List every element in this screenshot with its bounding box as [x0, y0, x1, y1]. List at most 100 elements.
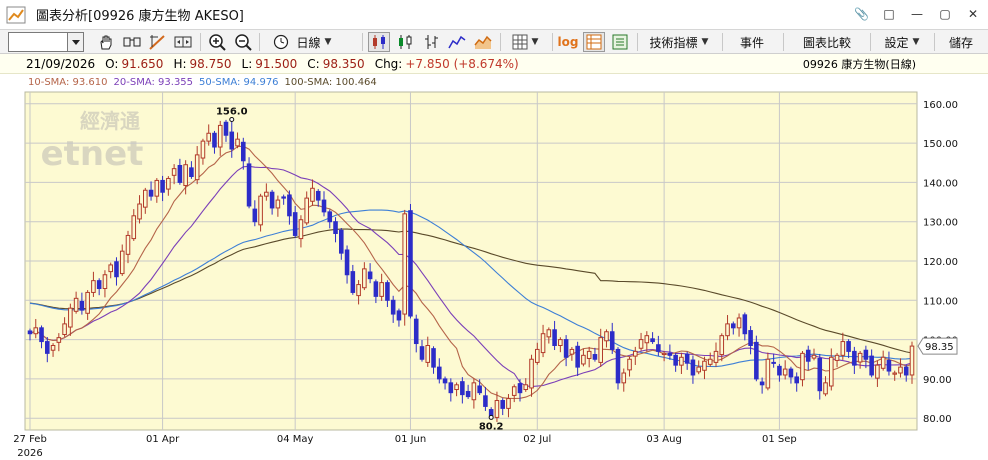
candle-body	[529, 358, 534, 389]
close-label: C:	[307, 56, 320, 71]
maximize-icon[interactable]: ▢	[938, 6, 952, 22]
crosshair-button[interactable]	[121, 32, 143, 52]
candle-body	[413, 318, 419, 345]
candle-body	[125, 234, 131, 255]
candle-body	[114, 261, 119, 278]
hollow-candle-button[interactable]	[394, 32, 416, 52]
quote-bar: 21/09/2026 O: 91.650 H: 98.750 L: 91.500…	[0, 54, 988, 74]
candle-body	[829, 356, 834, 387]
fit-width-icon	[174, 36, 192, 48]
candle-body	[754, 341, 759, 380]
settings-label: 設定	[884, 35, 909, 50]
candle-body	[258, 195, 263, 226]
fit-width-button[interactable]	[172, 32, 194, 52]
y-tick-label: 110.00	[923, 296, 958, 307]
y-tick-label: 160.00	[923, 100, 958, 111]
stock-code-dropdown[interactable]	[68, 32, 84, 52]
candle-body	[344, 249, 350, 276]
sheet-button[interactable]	[609, 32, 631, 52]
zoom-out-icon	[235, 34, 252, 51]
candle-body	[546, 329, 552, 338]
candle-body	[661, 352, 667, 356]
candle-body	[437, 366, 442, 380]
candle-body	[483, 395, 488, 407]
trendline-icon	[149, 35, 165, 50]
y-tick-label: 90.00	[923, 375, 952, 386]
candle-body	[246, 163, 252, 207]
price-table-button[interactable]	[583, 32, 605, 52]
candle-body	[154, 179, 160, 197]
events-button[interactable]: 事件	[728, 32, 776, 52]
candle-body	[777, 365, 782, 376]
grid-toggle-button[interactable]: ▼	[505, 32, 545, 52]
candle-body	[667, 352, 673, 356]
candle-body	[800, 352, 805, 381]
close-icon[interactable]: ✕	[966, 6, 980, 22]
candle-body	[27, 330, 33, 335]
y-tick-label: 150.00	[923, 139, 958, 150]
candle-body	[494, 400, 500, 418]
x-tick-label: 02 Jul	[523, 434, 551, 445]
y-tick-label: 140.00	[923, 178, 958, 189]
candle-body	[903, 366, 909, 376]
candle-body	[373, 281, 379, 297]
sma10-legend: 10-SMA: 93.610	[28, 76, 108, 88]
zoom-in-button[interactable]	[206, 32, 228, 52]
events-label: 事件	[739, 35, 764, 50]
candle-body	[886, 359, 892, 372]
candle-body	[731, 323, 736, 329]
restore-icon[interactable]: □	[882, 6, 896, 22]
title-bar: 圖表分析[09926 康方生物 AKESO] 📎 □ — ▢ ✕	[0, 0, 988, 30]
attach-icon[interactable]: 📎	[854, 6, 869, 22]
period-select[interactable]: 日線 ▼	[264, 32, 340, 52]
candle-body	[252, 208, 258, 223]
candle-body	[119, 250, 125, 275]
candle-body	[638, 339, 644, 349]
ohlc-bar-button[interactable]	[420, 32, 442, 52]
high-label: H:	[173, 56, 187, 71]
settings-menu[interactable]: 設定 ▼	[876, 32, 928, 52]
x-tick-label: 01 Sep	[762, 434, 797, 445]
candlestick-type-button[interactable]	[368, 32, 390, 52]
trendline-button[interactable]	[147, 32, 167, 52]
indicators-menu[interactable]: 技術指標 ▼	[642, 32, 716, 52]
chart-area[interactable]: 經濟通 etnet 160.00 150.00 140.00 130.00 120.00 11…	[0, 90, 988, 460]
candle-body	[292, 212, 298, 236]
candle-body	[212, 132, 217, 148]
zoom-out-button[interactable]	[232, 32, 254, 52]
chevron-down-icon: ▼	[912, 37, 920, 47]
candle-body	[85, 291, 90, 314]
area-chart-button[interactable]	[472, 32, 494, 52]
candle-body	[200, 140, 206, 159]
candle-body	[327, 211, 333, 223]
candle-body	[68, 307, 73, 328]
chart-app-icon	[6, 6, 26, 23]
minimize-icon[interactable]: —	[910, 6, 924, 22]
candle-body	[702, 360, 707, 371]
line-chart-icon	[448, 35, 466, 49]
watermark-cn: 經濟通	[80, 109, 140, 133]
stock-name: 09926 康方生物(日線)	[802, 57, 916, 71]
table-icon	[586, 34, 602, 50]
change-value: +7.850 (+8.674%)	[405, 56, 519, 71]
candle-body	[356, 284, 361, 297]
pan-hand-button[interactable]	[96, 32, 116, 52]
ohlc-bar-icon	[425, 35, 438, 49]
candle-body	[684, 353, 690, 364]
log-scale-button[interactable]: log	[557, 32, 579, 52]
save-button[interactable]: 儲存	[940, 32, 982, 52]
candle-body	[367, 271, 373, 280]
candle-body	[656, 344, 661, 352]
candle-body	[315, 190, 321, 201]
candle-body	[794, 376, 799, 384]
stock-code-input[interactable]	[8, 32, 68, 52]
candle-body	[575, 345, 580, 368]
candle-body	[194, 154, 200, 181]
hollow-candle-icon	[399, 35, 412, 49]
compare-button[interactable]: 圖表比較	[788, 32, 866, 52]
candlestick-chart[interactable]: 經濟通etnet 160.00 150.00 140.00 130.00 120.00 11…	[0, 90, 988, 460]
candle-body	[79, 300, 85, 311]
line-chart-button[interactable]	[446, 32, 468, 52]
candle-body	[696, 366, 701, 373]
x-tick-label: 01 Jun	[395, 434, 427, 445]
